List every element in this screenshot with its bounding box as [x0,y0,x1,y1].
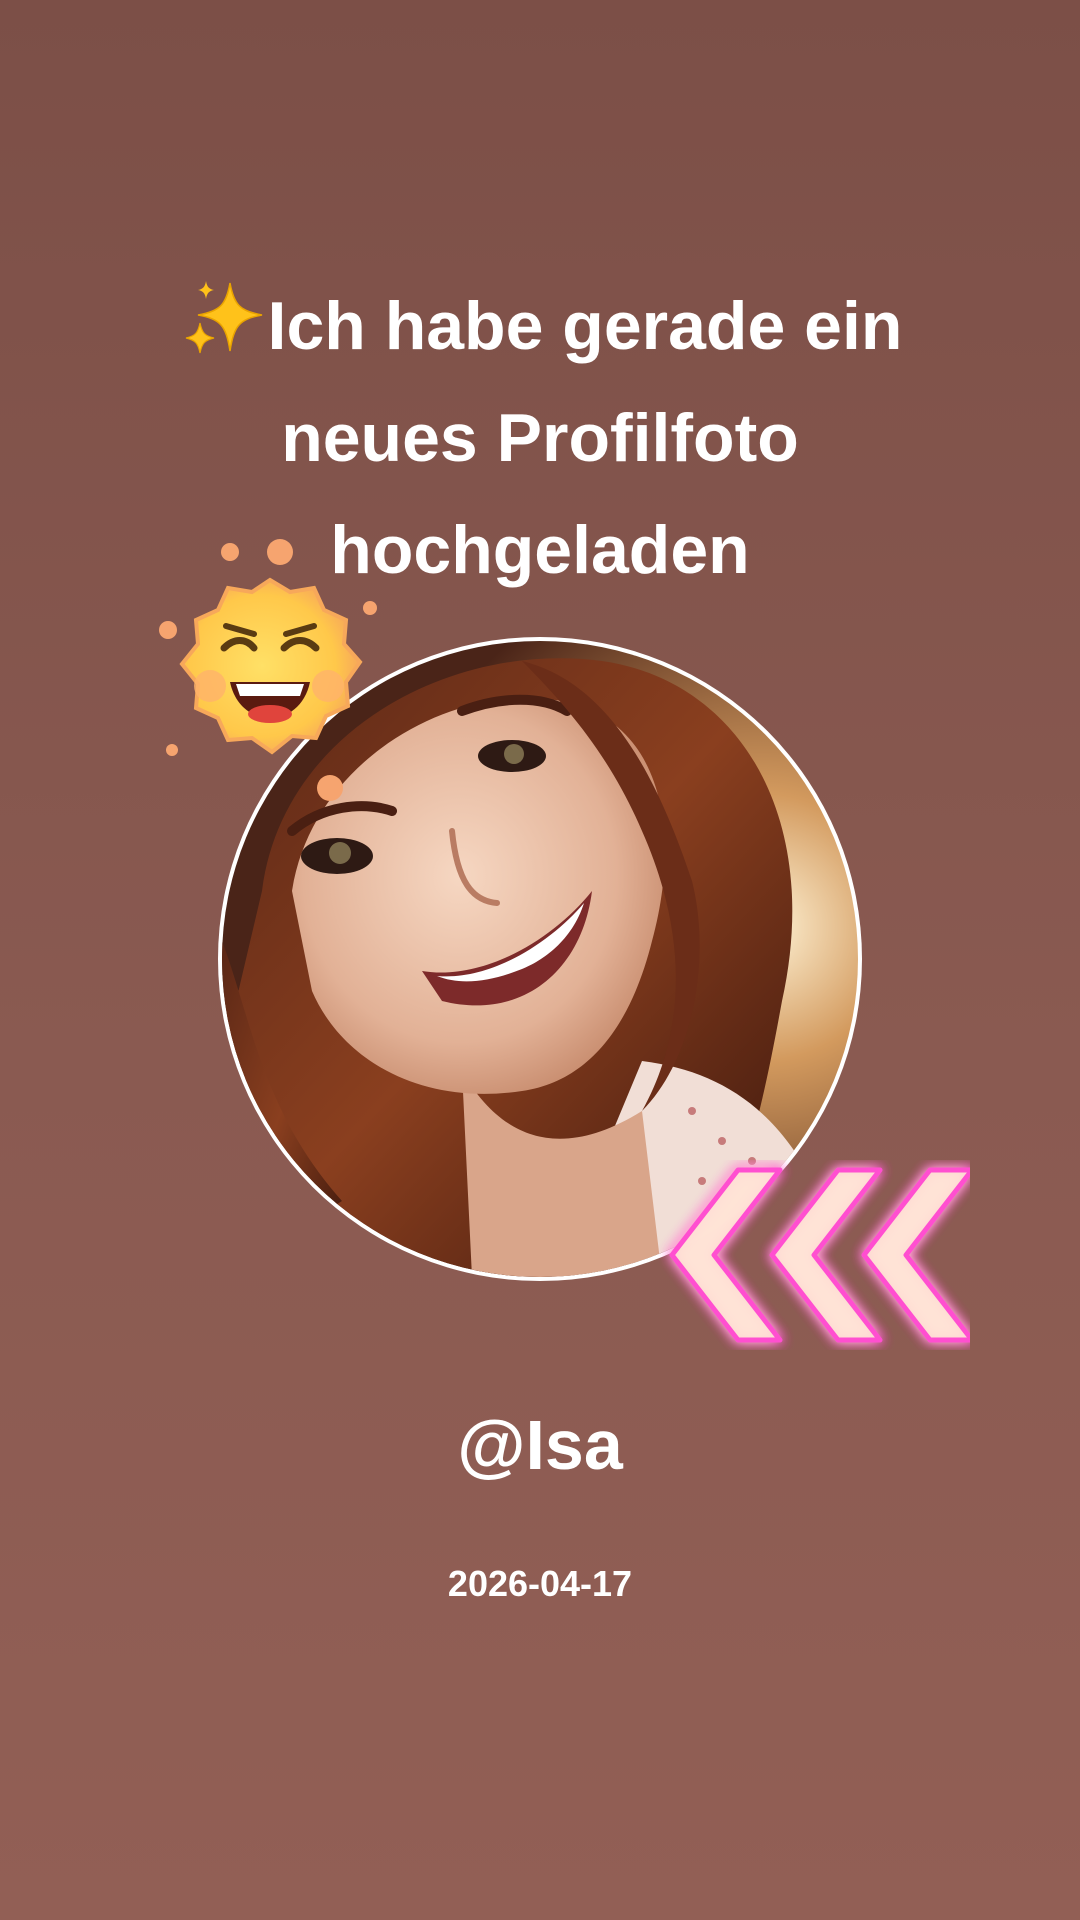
neon-chevrons-left-icon [630,1160,975,1350]
username[interactable]: @Isa [0,1405,1080,1485]
post-date: 2026-04-17 [447,1563,633,1604]
headline-line-2: neues Profilfoto [281,400,799,476]
sparkles-icon [178,276,264,354]
headline-line-1: Ich habe gerade ein [120,270,960,382]
laughing-sun-sticker-icon [150,530,390,810]
